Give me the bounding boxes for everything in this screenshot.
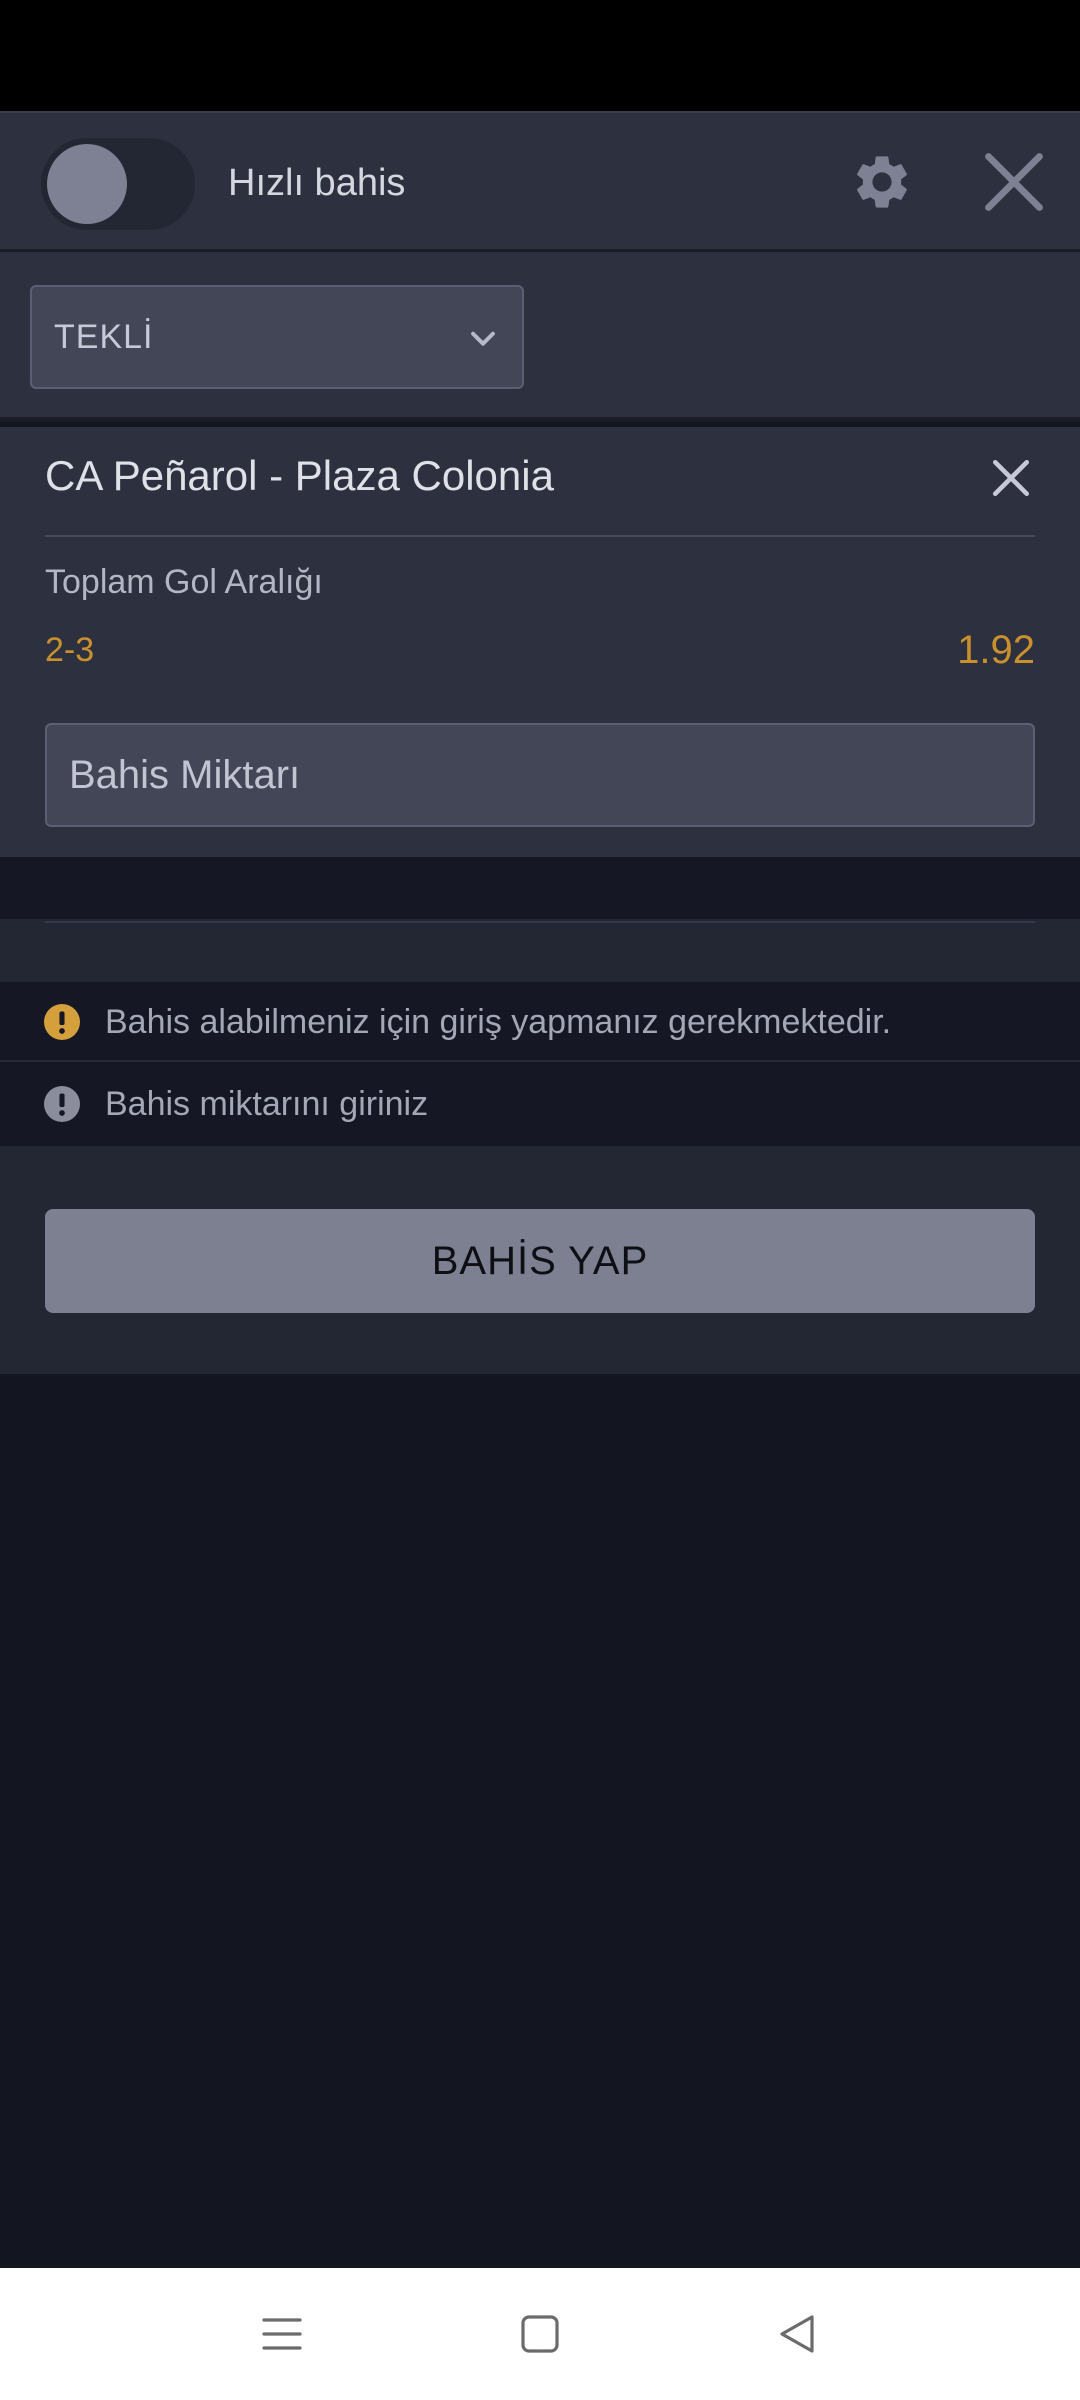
- selection-value: 2-3: [45, 631, 95, 669]
- quick-bet-label: Hızlı bahis: [228, 162, 406, 204]
- close-icon[interactable]: [990, 457, 1032, 499]
- square-home-icon[interactable]: [516, 2310, 564, 2358]
- bet-type-bar: TEKLİ: [0, 252, 1080, 422]
- market-name: Toplam Gol Aralığı: [45, 563, 323, 601]
- status-bar: [0, 0, 1080, 111]
- message-row: Bahis alabilmeniz için giriş yapmanız ge…: [0, 982, 1080, 1062]
- message-list: Bahis alabilmeniz için giriş yapmanız ge…: [0, 982, 1080, 1146]
- chevron-down-icon: [471, 331, 495, 346]
- quick-bet-toggle[interactable]: [41, 138, 195, 230]
- triangle-back-icon[interactable]: [774, 2310, 822, 2358]
- card-divider: [45, 535, 1035, 537]
- bet-card: CA Peñarol - Plaza Colonia Toplam Gol Ar…: [0, 427, 1080, 857]
- odds-value: 1.92: [957, 628, 1035, 672]
- betslip-header: Hızlı bahis: [0, 111, 1080, 252]
- system-nav-bar: [0, 2268, 1080, 2400]
- bet-type-value: TEKLİ: [54, 318, 154, 356]
- bet-type-select[interactable]: TEKLİ: [30, 285, 524, 389]
- summary-divider: [45, 921, 1035, 923]
- menu-icon[interactable]: [258, 2310, 306, 2358]
- gear-icon[interactable]: [850, 150, 914, 214]
- message-row: Bahis miktarını giriniz: [0, 1064, 1080, 1144]
- section-spacer: [0, 857, 1080, 919]
- action-area: BAHİS YAP: [0, 1146, 1080, 1374]
- login-required-message: Bahis alabilmeniz için giriş yapmanız ge…: [105, 1003, 892, 1041]
- stake-required-message: Bahis miktarını giriniz: [105, 1085, 429, 1123]
- summary-area: [0, 919, 1080, 982]
- exclamation-circle-icon: [44, 1004, 80, 1040]
- close-icon[interactable]: [980, 148, 1048, 216]
- exclamation-circle-icon: [44, 1086, 80, 1122]
- stake-input[interactable]: [45, 723, 1035, 827]
- toggle-knob: [47, 144, 127, 224]
- place-bet-button[interactable]: BAHİS YAP: [45, 1209, 1035, 1313]
- match-title: CA Peñarol - Plaza Colonia: [45, 452, 554, 499]
